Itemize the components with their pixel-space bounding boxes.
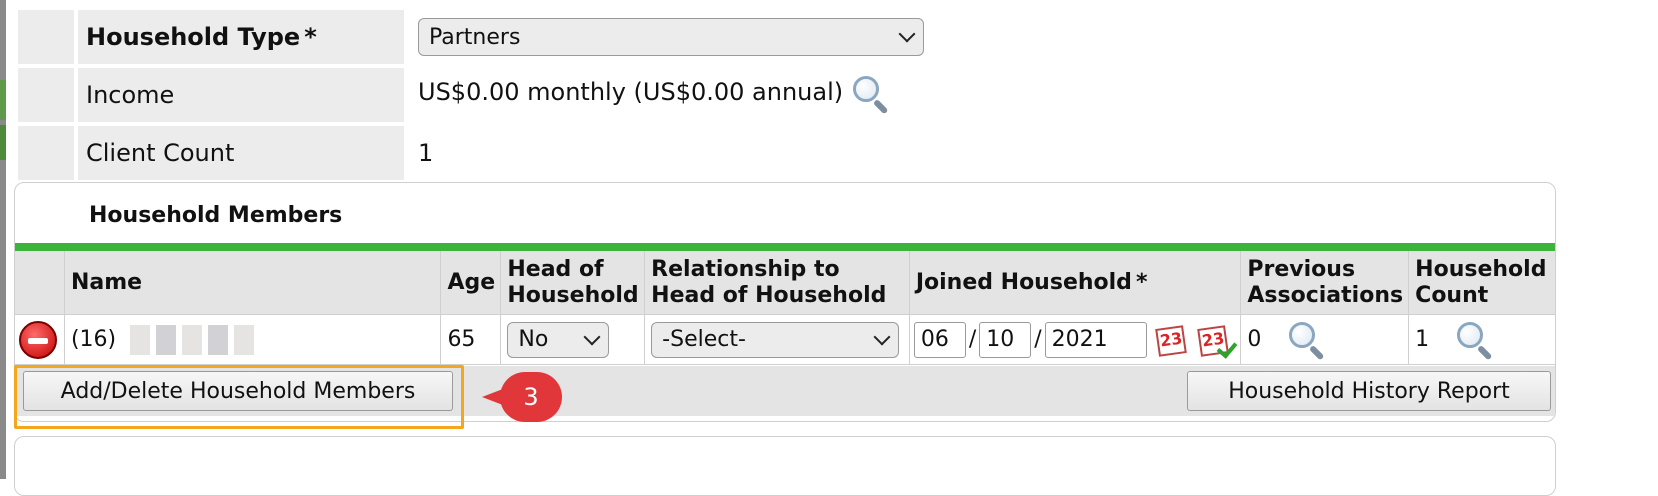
client-count-value: 1 [418,139,434,167]
header-count-line1: Household [1415,256,1547,282]
head-of-household-selected: No [518,327,549,352]
previous-associations-value: 0 [1247,327,1262,352]
remove-member-icon[interactable] [19,320,57,359]
remove-cell [15,315,65,364]
header-household-count: Household Count [1409,251,1555,314]
required-marker: * [1135,269,1148,295]
step-callout: 3 [482,372,566,422]
callout-step-number: 3 [500,372,562,422]
table-row: (16) 65 No -Select- 06 / 10 / 2021 23 23… [15,315,1555,365]
calendar-today-icon[interactable]: 23 [1196,323,1238,359]
date-separator: / [968,327,977,352]
header-joined-text: Joined Household [915,269,1132,295]
header-joined-household: Joined Household * [910,251,1242,314]
header-head-line1: Head of [507,256,604,282]
calendar-number: 23 [1158,328,1184,350]
header-blank [15,251,65,314]
joined-household-cell: 06 / 10 / 2021 23 23 [910,315,1242,364]
joined-day-input[interactable]: 10 [979,321,1032,358]
member-name: (16) [70,327,117,352]
header-head-line2: Household [507,282,639,308]
chevron-down-icon [873,328,891,345]
members-table-header: Name Age Head of Household Relationship t… [15,251,1555,315]
date-separator: / [1034,327,1042,352]
household-type-selected: Partners [429,24,521,50]
household-type-label-text: Household Type [86,23,301,51]
income-value: US$0.00 monthly (US$0.00 annual) [418,78,844,106]
row-spacer [18,10,74,64]
left-edge-strip [0,0,6,479]
header-previous-associations: Previous Associations [1241,251,1410,314]
chevron-down-icon [898,25,916,43]
required-marker: * [304,23,317,51]
head-of-household-select[interactable]: No [507,321,610,358]
household-count-value: 1 [1415,327,1430,352]
magnifier-icon[interactable] [851,74,891,115]
left-edge-green-2 [0,125,6,160]
highlight-box [14,365,464,429]
previous-associations-cell: 0 [1241,315,1410,364]
household-type-select[interactable]: Partners [418,18,924,56]
income-value-cell: US$0.00 monthly (US$0.00 annual) [404,68,891,122]
income-row: Income US$0.00 monthly (US$0.00 annual) [18,68,1018,122]
client-count-row: Client Count 1 [18,126,1018,180]
household-type-label: Household Type * [78,10,404,64]
joined-month-input[interactable]: 06 [913,321,966,358]
chevron-down-icon [583,328,601,345]
redacted-name [130,324,255,355]
header-name: Name [65,251,442,314]
row-spacer [18,126,74,180]
members-table: Name Age Head of Household Relationship t… [15,251,1555,365]
header-prev-line1: Previous [1247,256,1356,282]
household-history-report-button[interactable]: Household History Report [1187,371,1551,411]
member-age: 65 [441,315,502,364]
header-rel-line2: Head of Household [651,282,887,308]
header-relationship: Relationship to Head of Household [645,251,910,314]
income-label: Income [78,68,404,122]
relationship-selected: -Select- [662,327,746,352]
household-count-cell: 1 [1409,315,1555,364]
header-rel-line1: Relationship to [651,256,840,282]
header-prev-line2: Associations [1247,282,1404,308]
relationship-cell: -Select- [645,315,910,364]
section-accent-bar [15,243,1555,251]
left-edge-green-1 [0,80,6,120]
section-title: Household Members [89,203,343,228]
household-type-row: Household Type * Partners [18,10,1018,64]
calendar-icon[interactable]: 23 [1154,323,1189,357]
relationship-select[interactable]: -Select- [651,321,900,358]
header-count-line2: Count [1415,282,1489,308]
magnifier-icon[interactable] [1287,320,1327,360]
magnifier-icon[interactable] [1455,320,1495,360]
next-section-card [14,436,1556,496]
row-spacer [18,68,74,122]
member-name-cell: (16) [65,315,442,364]
header-age: Age [441,251,502,314]
client-count-label: Client Count [78,126,404,180]
household-info-table: Household Type * Partners Income US$0.00… [18,10,1018,184]
household-type-value-cell: Partners [404,10,924,64]
joined-year-input[interactable]: 2021 [1044,321,1147,358]
head-of-household-cell: No [501,315,646,364]
header-head-of-household: Head of Household [501,251,646,314]
